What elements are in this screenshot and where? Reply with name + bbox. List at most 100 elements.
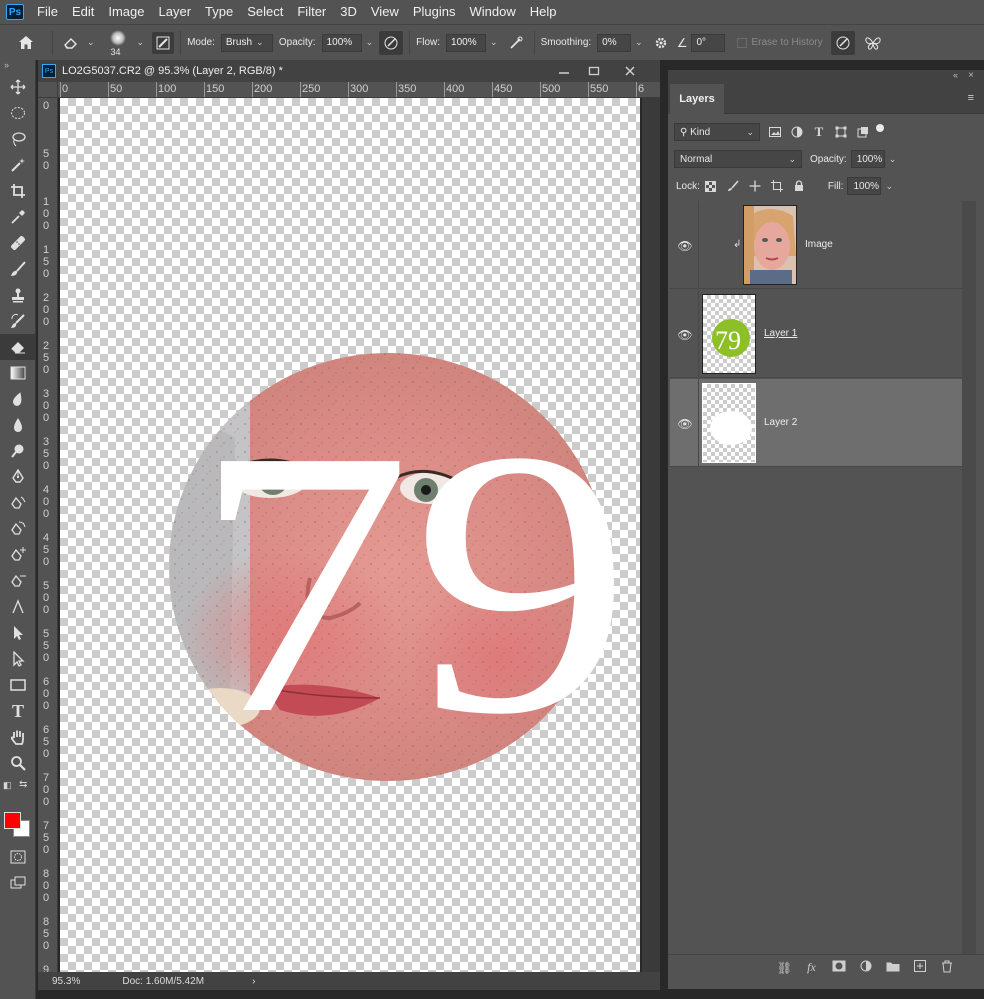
- filter-pixel-icon[interactable]: [764, 122, 786, 142]
- new-group-folder-icon[interactable]: [879, 961, 906, 975]
- layer-name[interactable]: Image: [805, 239, 833, 250]
- menu-plugins[interactable]: Plugins: [406, 0, 463, 24]
- brush-preset-picker[interactable]: 34: [103, 28, 133, 58]
- layer-row-layer-2[interactable]: 👁 Layer 2: [670, 379, 962, 467]
- layer-row-layer-1[interactable]: 👁 79 Layer 1: [670, 290, 962, 378]
- visibility-eye-icon[interactable]: 👁: [676, 417, 694, 431]
- home-icon[interactable]: [14, 31, 38, 55]
- eraser-tool-icon[interactable]: [0, 334, 36, 360]
- direct-selection-tool-icon[interactable]: [0, 646, 36, 672]
- chevron-down-icon[interactable]: ⌄: [366, 37, 374, 48]
- hand-tool-icon[interactable]: [0, 724, 36, 750]
- fx-icon[interactable]: fx: [798, 960, 825, 975]
- visibility-eye-icon[interactable]: 👁: [676, 239, 694, 253]
- history-brush-tool-icon[interactable]: [0, 308, 36, 334]
- menu-view[interactable]: View: [364, 0, 406, 24]
- dodge-tool-icon[interactable]: [0, 412, 36, 438]
- brush-settings-icon[interactable]: [152, 31, 175, 54]
- visibility-eye-icon[interactable]: 👁: [676, 328, 694, 342]
- symmetry-butterfly-icon[interactable]: [861, 31, 885, 55]
- default-colors-icon[interactable]: ◧: [3, 780, 12, 791]
- chevron-down-icon[interactable]: ⌄: [490, 37, 498, 48]
- delete-anchor-point-icon[interactable]: [0, 568, 36, 594]
- foreground-color-swatch[interactable]: [4, 812, 21, 829]
- pen-tool-icon[interactable]: [0, 464, 36, 490]
- status-chevron-right-icon[interactable]: ›: [252, 976, 255, 987]
- eyedropper-tool-icon[interactable]: [0, 204, 36, 230]
- close-icon[interactable]: [624, 60, 636, 82]
- move-tool-icon[interactable]: [0, 74, 36, 100]
- flow-input[interactable]: 100%: [446, 33, 487, 52]
- erase-history-checkbox[interactable]: [737, 37, 748, 48]
- panel-menu-icon[interactable]: ≡: [968, 92, 974, 104]
- canvas-area[interactable]: 79: [58, 98, 660, 972]
- eraser-tool-preset-icon[interactable]: [59, 31, 83, 55]
- close-panel-icon[interactable]: ×: [968, 70, 974, 81]
- rectangle-tool-icon[interactable]: [0, 672, 36, 698]
- add-anchor-point-icon[interactable]: [0, 542, 36, 568]
- lock-image-pixels-icon[interactable]: [722, 176, 744, 196]
- magic-wand-tool-icon[interactable]: [0, 152, 36, 178]
- filter-type-icon[interactable]: T: [808, 122, 830, 142]
- menu-select[interactable]: Select: [240, 0, 290, 24]
- blur-tool-icon[interactable]: [0, 386, 36, 412]
- lock-all-icon[interactable]: [788, 176, 810, 196]
- zoom-level[interactable]: 95.3%: [52, 976, 80, 987]
- quick-mask-icon[interactable]: [0, 844, 36, 870]
- lock-transparent-icon[interactable]: [700, 176, 722, 196]
- collapse-toolbar-icon[interactable]: »: [0, 60, 35, 74]
- canvas[interactable]: 79: [60, 98, 640, 972]
- layers-scrollbar[interactable]: [962, 201, 976, 961]
- screen-mode-icon[interactable]: [0, 870, 36, 896]
- document-tab[interactable]: Ps LO2G5037.CR2 @ 95.3% (Layer 2, RGB/8)…: [38, 60, 660, 82]
- curvature-pen-tool-icon[interactable]: [0, 516, 36, 542]
- chevron-down-icon[interactable]: ⌄: [889, 154, 897, 165]
- convert-point-tool-icon[interactable]: [0, 594, 36, 620]
- filter-kind-select[interactable]: ⚲ Kind ⌄: [674, 123, 760, 141]
- chevron-down-icon[interactable]: ⌄: [885, 181, 893, 192]
- healing-brush-tool-icon[interactable]: [0, 230, 36, 256]
- link-layers-icon[interactable]: ⛓: [771, 961, 798, 975]
- vertical-scrollbar[interactable]: [642, 98, 660, 972]
- menu-3d[interactable]: 3D: [333, 0, 364, 24]
- pressure-size-icon[interactable]: [830, 30, 855, 55]
- clone-stamp-tool-icon[interactable]: [0, 282, 36, 308]
- crop-tool-icon[interactable]: [0, 178, 36, 204]
- mode-select[interactable]: Brush ⌄: [220, 33, 273, 52]
- menu-help[interactable]: Help: [523, 0, 564, 24]
- lock-position-icon[interactable]: [744, 176, 766, 196]
- layer-opacity-input[interactable]: 100%: [850, 150, 885, 168]
- opacity-input[interactable]: 100%: [321, 33, 362, 52]
- add-mask-icon[interactable]: [825, 960, 852, 975]
- menu-window[interactable]: Window: [462, 0, 522, 24]
- zoom-tool-icon[interactable]: [0, 750, 36, 776]
- swap-colors-icon[interactable]: ⇆: [19, 779, 27, 790]
- layer-name[interactable]: Layer 2: [764, 417, 797, 428]
- gear-icon[interactable]: [649, 31, 673, 55]
- chevron-down-icon[interactable]: ⌄: [137, 37, 145, 48]
- filter-adjustment-icon[interactable]: [786, 122, 808, 142]
- pressure-opacity-icon[interactable]: [379, 30, 404, 55]
- minimize-icon[interactable]: [558, 60, 570, 82]
- layer-name[interactable]: Layer 1: [764, 328, 797, 339]
- marquee-tool-icon[interactable]: [0, 100, 36, 126]
- path-selection-tool-icon[interactable]: [0, 620, 36, 646]
- menu-type[interactable]: Type: [198, 0, 240, 24]
- lock-artboard-icon[interactable]: [766, 176, 788, 196]
- type-tool-icon[interactable]: T: [0, 698, 36, 724]
- filter-smart-object-icon[interactable]: [852, 122, 874, 142]
- sponge-tool-icon[interactable]: [0, 438, 36, 464]
- layer-row-image[interactable]: 👁 ↲ Image: [670, 201, 962, 289]
- menu-filter[interactable]: Filter: [290, 0, 333, 24]
- menu-edit[interactable]: Edit: [65, 0, 101, 24]
- angle-input[interactable]: 0°: [691, 33, 726, 52]
- smoothing-input[interactable]: 0%: [597, 33, 632, 52]
- menu-image[interactable]: Image: [101, 0, 151, 24]
- new-adjustment-layer-icon[interactable]: [852, 960, 879, 975]
- new-layer-icon[interactable]: [906, 960, 933, 975]
- brush-tool-icon[interactable]: [0, 256, 36, 282]
- chevron-down-icon[interactable]: ⌄: [87, 37, 95, 48]
- gradient-tool-icon[interactable]: [0, 360, 36, 386]
- tab-layers[interactable]: Layers: [670, 84, 724, 114]
- filter-shape-icon[interactable]: [830, 122, 852, 142]
